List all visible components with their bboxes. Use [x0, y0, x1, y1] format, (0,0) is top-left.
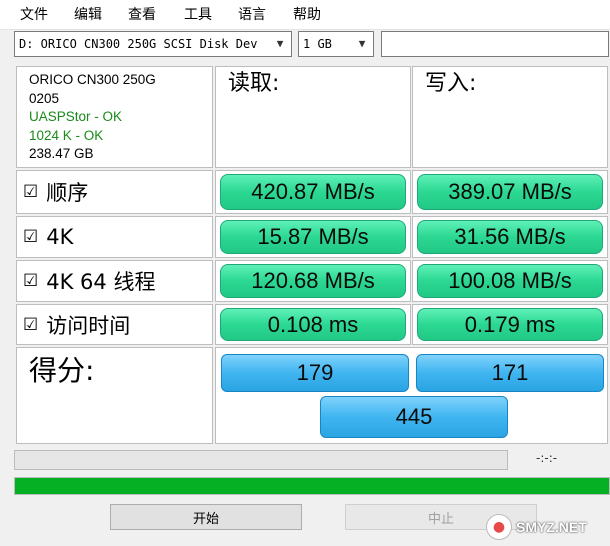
result-4k-read: 15.87 MB/s [220, 220, 406, 254]
results-grid: ORICO CN300 250G 0205 UASPStor - OK 1024… [16, 66, 608, 444]
menu-file[interactable]: 文件 [20, 6, 48, 24]
row-4k[interactable]: ☑ 4K [16, 216, 213, 258]
result-cell: 120.68 MB/s [215, 260, 411, 302]
result-sequential-write: 389.07 MB/s [417, 174, 603, 210]
drive-select[interactable]: D: ORICO CN300 250G SCSI Disk Dev ▼ [14, 31, 292, 57]
result-4k-64-read: 120.68 MB/s [220, 264, 406, 298]
task-progress-bar [14, 450, 508, 470]
result-cell: 31.56 MB/s [412, 216, 608, 258]
row-label-4k-64-threads: 4K 64 线程 [46, 270, 156, 294]
result-cell: 420.87 MB/s [215, 170, 411, 214]
menu-edit[interactable]: 编辑 [74, 6, 102, 24]
test-size-value: 1 GB [303, 37, 332, 51]
read-header-label: 读取: [228, 71, 280, 96]
result-access-time-read: 0.108 ms [220, 308, 406, 341]
drive-model: ORICO CN300 250G [29, 72, 156, 87]
row-label-sequential: 顺序 [46, 181, 89, 205]
result-4k-write: 31.56 MB/s [417, 220, 603, 254]
result-cell: 389.07 MB/s [412, 170, 608, 214]
score-label: 得分: [29, 354, 95, 387]
checkbox-sequential[interactable]: ☑ [23, 182, 38, 202]
result-cell: 100.08 MB/s [412, 260, 608, 302]
test-size-select[interactable]: 1 GB ▼ [298, 31, 374, 57]
row-access-time[interactable]: ☑ 访问时间 [16, 304, 213, 345]
score-label-cell: 得分: [16, 347, 213, 444]
menu-view[interactable]: 查看 [128, 6, 156, 24]
total-progress-bar [14, 477, 610, 495]
write-header: 写入: [412, 66, 608, 168]
total-progress-fill [15, 478, 609, 494]
driver-status: UASPStor - OK [29, 109, 123, 124]
watermark-text: SMYZ.NET [516, 519, 587, 535]
drive-firmware: 0205 [29, 90, 60, 106]
checkbox-access-time[interactable]: ☑ [23, 315, 38, 335]
score-write: 171 [416, 354, 604, 392]
menu-tools[interactable]: 工具 [184, 6, 212, 24]
score-area: 179 171 445 [215, 347, 608, 444]
alignment-status: 1024 K - OK [29, 127, 104, 143]
status-text-box[interactable] [381, 31, 609, 57]
score-total: 445 [320, 396, 508, 438]
row-4k-64-threads[interactable]: ☑ 4K 64 线程 [16, 260, 213, 302]
result-cell: 15.87 MB/s [215, 216, 411, 258]
menu-help[interactable]: 帮助 [293, 6, 321, 24]
watermark-logo-icon: ● [486, 514, 512, 540]
menu-bar: 文件 编辑 查看 工具 语言 帮助 [0, 0, 610, 30]
read-header: 读取: [215, 66, 411, 168]
watermark: ● SMYZ.NET [486, 512, 604, 542]
row-label-access-time: 访问时间 [46, 313, 131, 338]
score-read: 179 [221, 354, 409, 392]
result-4k-64-write: 100.08 MB/s [417, 264, 603, 298]
result-cell: 0.179 ms [412, 304, 608, 345]
row-sequential[interactable]: ☑ 顺序 [16, 170, 213, 214]
drive-capacity: 238.47 GB [29, 146, 94, 161]
menu-language[interactable]: 语言 [238, 6, 266, 24]
write-header-label: 写入: [425, 71, 477, 96]
checkbox-4k[interactable]: ☑ [23, 227, 38, 247]
result-sequential-read: 420.87 MB/s [220, 174, 406, 210]
result-cell: 0.108 ms [215, 304, 411, 345]
checkbox-4k-64-threads[interactable]: ☑ [23, 271, 38, 291]
drive-info-panel: ORICO CN300 250G 0205 UASPStor - OK 1024… [16, 66, 213, 168]
row-label-4k: 4K [46, 225, 74, 249]
result-access-time-write: 0.179 ms [417, 308, 603, 341]
chevron-down-icon: ▼ [276, 37, 284, 50]
drive-select-value: D: ORICO CN300 250G SCSI Disk Dev [19, 37, 258, 51]
elapsed-time: -:-:- [536, 451, 558, 465]
chevron-down-icon: ▼ [358, 37, 366, 50]
start-button[interactable]: 开始 [110, 504, 302, 530]
